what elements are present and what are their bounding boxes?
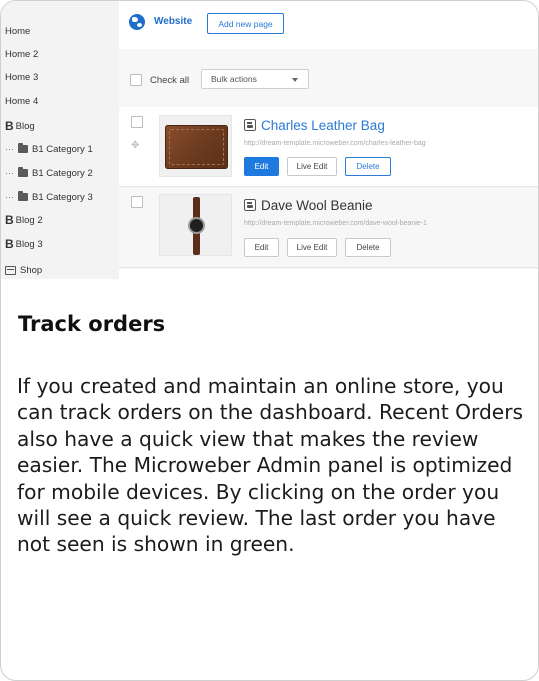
row-checkbox[interactable]: [131, 196, 143, 208]
section-heading: Track orders: [18, 312, 166, 336]
sidebar-item-label: B1 Category 2: [32, 167, 93, 179]
top-bar: Website Add new page: [119, 1, 538, 49]
blog-icon: B: [5, 213, 14, 227]
sidebar-item-label: Home 4: [5, 95, 39, 107]
tree-marker: ⋯: [5, 191, 14, 202]
product-title-link[interactable]: Dave Wool Beanie: [261, 198, 373, 213]
sidebar-item-shop[interactable]: Shop: [5, 261, 42, 279]
shop-icon: [5, 265, 16, 275]
product-url: http://dream-template.microweber.com/dav…: [244, 220, 427, 227]
list-item: ✥ Charles Leather Bag http://dream-templ…: [119, 107, 538, 187]
sidebar-item-home[interactable]: Home: [5, 22, 30, 40]
sidebar-item-blog-2[interactable]: B Blog 2: [5, 211, 43, 229]
section-body: If you created and maintain an online st…: [17, 374, 524, 557]
folder-icon: [18, 143, 28, 153]
tree-marker: ⋯: [5, 167, 14, 178]
leather-bag-image: [165, 125, 228, 169]
tree-marker: ⋯: [5, 143, 14, 154]
sidebar: Home Home 2 Home 3 Home 4 B Blog ⋯ B1 Ca…: [1, 1, 119, 279]
sidebar-item-blog[interactable]: B Blog: [5, 117, 35, 135]
list-item: Dave Wool Beanie http://dream-template.m…: [119, 188, 538, 268]
product-thumbnail: [159, 115, 232, 177]
live-edit-button[interactable]: Live Edit: [287, 238, 337, 257]
sidebar-item-home-2[interactable]: Home 2: [5, 45, 38, 63]
delete-button[interactable]: Delete: [345, 157, 391, 176]
page-icon: [244, 119, 256, 131]
folder-icon: [18, 167, 28, 177]
sidebar-item-label: Home 3: [5, 71, 39, 83]
globe-icon: [129, 14, 145, 30]
chevron-down-icon: [292, 78, 298, 82]
row-checkbox[interactable]: [131, 116, 143, 128]
product-title-link[interactable]: Charles Leather Bag: [261, 118, 385, 133]
edit-button[interactable]: Edit: [244, 238, 279, 257]
sidebar-item-label: Blog: [15, 120, 35, 132]
sidebar-item-b1-category-2[interactable]: ⋯ B1 Category 2: [5, 164, 93, 182]
list-item: [119, 269, 538, 279]
delete-button[interactable]: Delete: [345, 238, 391, 257]
page-icon: [244, 199, 256, 211]
admin-screenshot: Home Home 2 Home 3 Home 4 B Blog ⋯ B1 Ca…: [1, 1, 538, 279]
website-link[interactable]: Website: [154, 16, 192, 27]
sidebar-item-label: Shop: [20, 264, 43, 276]
product-thumbnail: [159, 194, 232, 256]
move-handle-icon[interactable]: ✥: [131, 140, 139, 151]
sidebar-item-blog-3[interactable]: B Blog 3: [5, 235, 43, 253]
sidebar-item-home-3[interactable]: Home 3: [5, 68, 38, 86]
sidebar-item-label: B1 Category 1: [32, 143, 93, 155]
sidebar-item-label: Blog 2: [15, 214, 43, 226]
content-area: Website Add new page Check all Bulk acti…: [119, 1, 538, 279]
blog-icon: B: [5, 237, 14, 251]
product-url: http://dream-template.microweber.com/cha…: [244, 140, 426, 147]
sidebar-item-label: Home: [5, 25, 31, 37]
bulk-actions-value: Bulk actions: [211, 74, 257, 84]
sidebar-item-b1-category-1[interactable]: ⋯ B1 Category 1: [5, 140, 93, 158]
edit-button[interactable]: Edit: [244, 157, 279, 176]
sidebar-item-home-4[interactable]: Home 4: [5, 92, 38, 110]
sidebar-item-label: Blog 3: [15, 238, 43, 250]
check-all-label: Check all: [150, 75, 190, 86]
sidebar-item-b1-category-3[interactable]: ⋯ B1 Category 3: [5, 188, 93, 206]
feature-card: Home Home 2 Home 3 Home 4 B Blog ⋯ B1 Ca…: [0, 0, 539, 681]
sidebar-item-label: Home 2: [5, 48, 39, 60]
sidebar-item-label: B1 Category 3: [32, 191, 93, 203]
folder-icon: [18, 191, 28, 201]
watch-face-image: [188, 217, 205, 234]
bulk-actions-select[interactable]: Bulk actions: [201, 69, 309, 89]
live-edit-button[interactable]: Live Edit: [287, 157, 337, 176]
add-new-page-button[interactable]: Add new page: [207, 13, 284, 34]
check-all-checkbox[interactable]: [130, 74, 142, 86]
blog-icon: B: [5, 119, 14, 133]
